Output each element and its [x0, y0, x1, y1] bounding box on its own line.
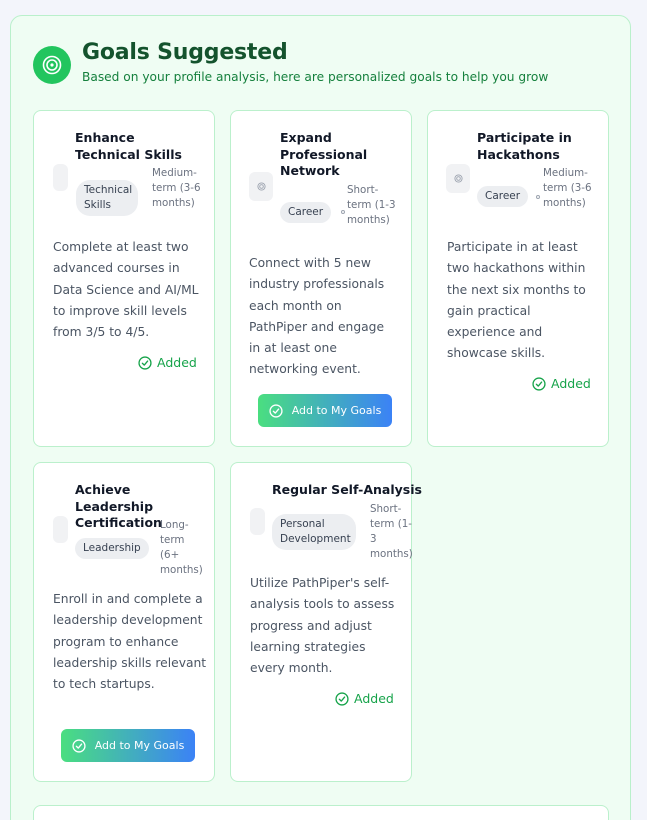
add-to-my-goals-label: Add to My Goals	[291, 404, 382, 417]
goal-category-badge: Career	[280, 202, 332, 223]
goal-description: Enroll in and complete a leadership deve…	[53, 592, 207, 692]
goal-description: Connect with 5 new industry professional…	[249, 256, 385, 377]
goal-added-label: Added	[551, 376, 591, 391]
goal-term: Short-term (1-3 months)	[370, 503, 413, 560]
goal-term: Long-term (6+ months)	[160, 519, 203, 576]
page-subtitle: Based on your profile analysis, here are…	[82, 70, 549, 84]
goal-category-icon	[446, 164, 470, 193]
goal-added-status: Added	[138, 355, 197, 370]
goal-card	[33, 805, 609, 820]
goal-term: Medium-term (3-6 months)	[152, 167, 201, 209]
check-circle-icon	[138, 355, 152, 370]
goal-added-status: Added	[532, 376, 591, 391]
goal-category-badge: Career	[477, 186, 529, 207]
goal-description: Complete at least two advanced courses i…	[53, 240, 199, 340]
check-circle-icon	[269, 403, 283, 418]
goal-category-icon	[250, 508, 265, 535]
goal-category-icon	[53, 516, 68, 543]
target-icon	[33, 46, 71, 84]
goal-category-icon	[249, 172, 273, 201]
check-circle-icon	[532, 376, 546, 391]
goal-card: Enhance Technical Skills Technical Skill…	[33, 110, 215, 447]
goal-card: Achieve Leadership Certification Leaders…	[33, 462, 215, 782]
goal-card: Participate in Hackathons Career Medium-…	[427, 110, 609, 447]
separator-dot	[341, 210, 345, 214]
goal-title: Participate in Hackathons	[477, 130, 572, 162]
goal-category-badge: Technical Skills	[76, 180, 138, 216]
add-to-my-goals-button[interactable]: Add to My Goals	[258, 394, 392, 427]
goal-term: Short-term (1-3 months)	[347, 184, 396, 226]
goal-card: Regular Self-Analysis Personal Developme…	[230, 462, 422, 782]
add-to-my-goals-label: Add to My Goals	[94, 739, 185, 752]
goal-description: Participate in at least two hackathons w…	[447, 240, 586, 361]
add-to-my-goals-button[interactable]: Add to My Goals	[61, 729, 195, 762]
goal-title: Enhance Technical Skills	[75, 130, 182, 162]
check-circle-icon	[72, 738, 86, 753]
goal-added-label: Added	[354, 691, 394, 706]
page-title: Goals Suggested	[82, 40, 288, 65]
goal-category-icon	[53, 164, 68, 191]
separator-dot	[536, 195, 540, 199]
target-icon	[256, 182, 266, 191]
goal-card: Expand Professional Network Career Short…	[230, 110, 412, 447]
goal-title: Regular Self-Analysis	[272, 482, 422, 497]
goal-description: Utilize PathPiper's self-analysis tools …	[250, 576, 395, 676]
goal-category-badge: Leadership	[75, 538, 149, 559]
check-circle-icon	[335, 691, 349, 706]
goal-category-badge: Personal Development	[272, 514, 356, 550]
target-icon	[453, 174, 463, 183]
goal-added-status: Added	[335, 691, 394, 706]
goal-title: Expand Professional Network	[280, 130, 368, 178]
goal-term: Medium-term (3-6 months)	[543, 167, 592, 209]
goal-added-label: Added	[157, 355, 197, 370]
